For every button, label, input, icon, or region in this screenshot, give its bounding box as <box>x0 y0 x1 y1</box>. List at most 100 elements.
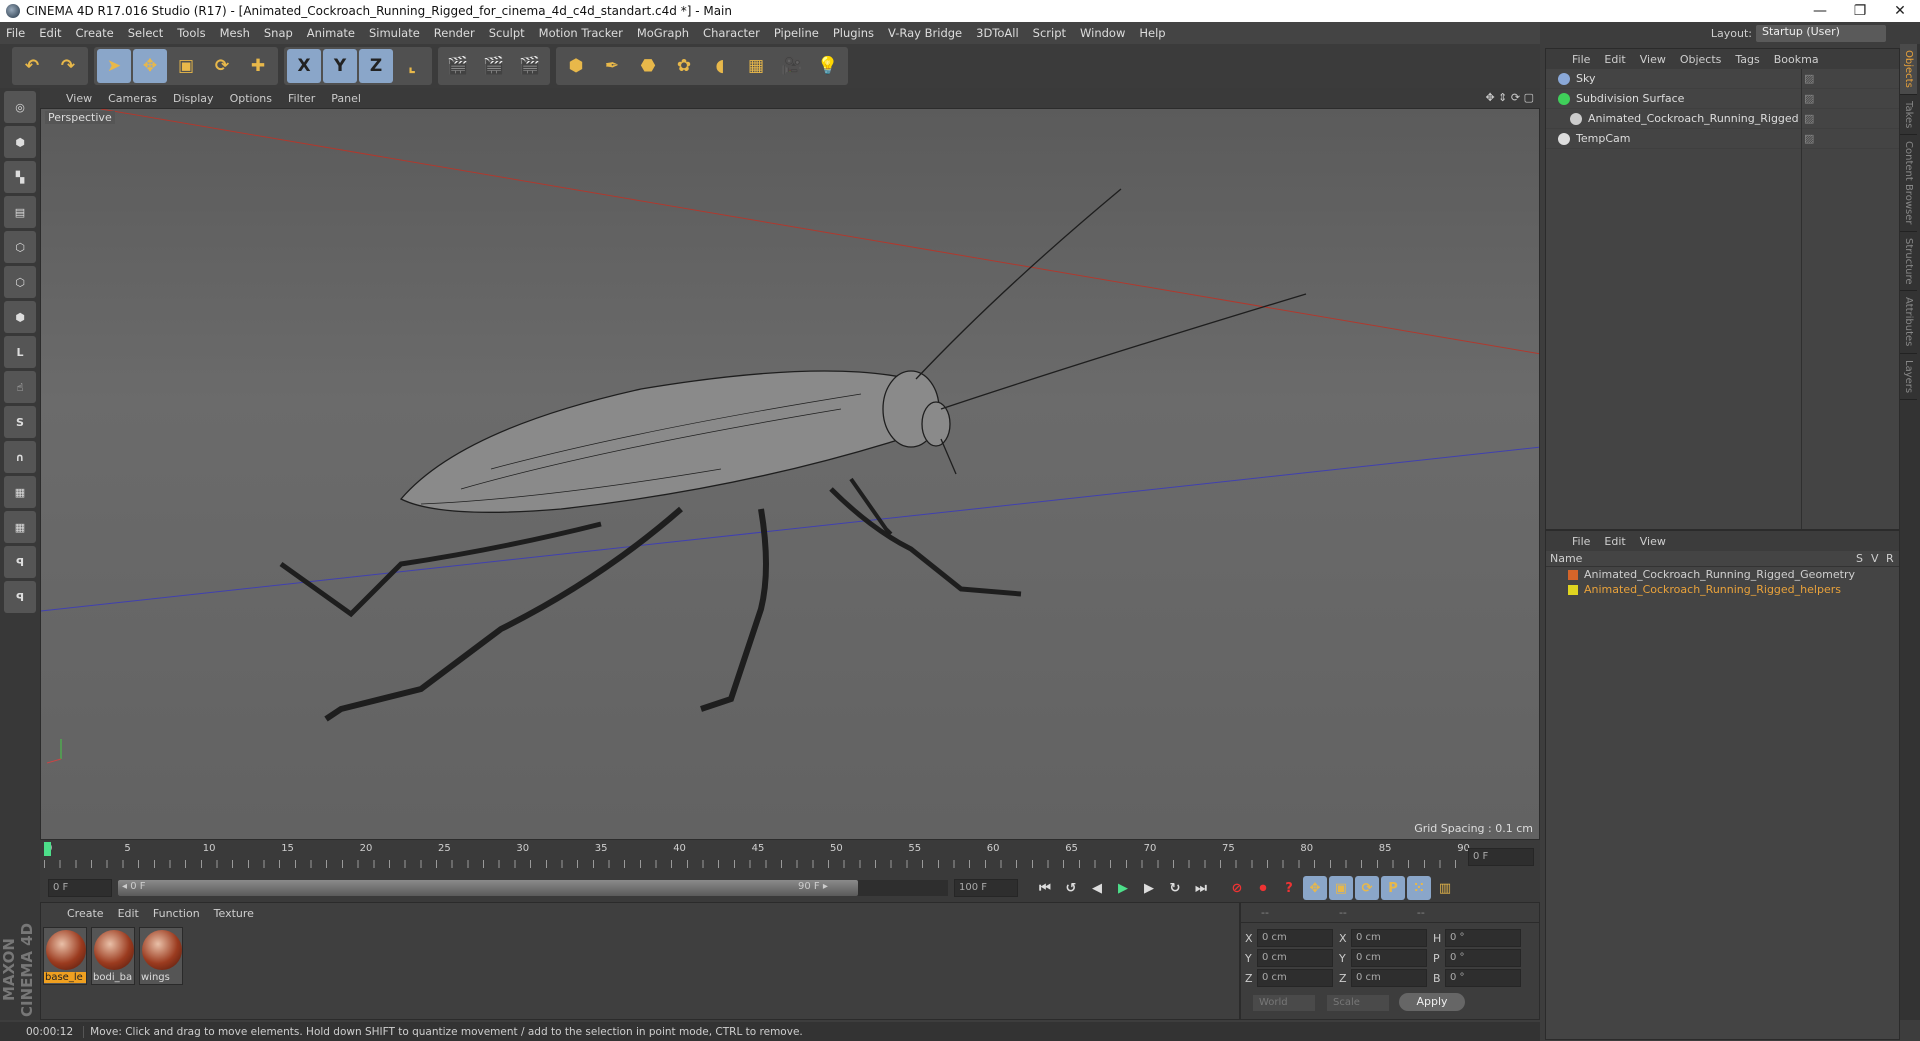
coord-value-field[interactable]: 0 ° <box>1445 929 1521 947</box>
prev-frame-icon[interactable]: ◀ <box>1085 876 1109 900</box>
layer-row[interactable]: Animated_Cockroach_Running_Rigged_helper… <box>1546 582 1899 597</box>
side-tab-attributes[interactable]: Attributes <box>1900 291 1917 354</box>
material-menu-edit[interactable]: Edit <box>118 907 139 920</box>
range-slider-handle[interactable] <box>118 880 858 896</box>
edges-mode-icon[interactable]: ⬡ <box>4 266 36 298</box>
material-menu-create[interactable]: Create <box>67 907 104 920</box>
menu-pipeline[interactable]: Pipeline <box>774 26 819 40</box>
side-tab-layers[interactable]: Layers <box>1900 354 1917 400</box>
next-key-icon[interactable]: ↻ <box>1163 876 1187 900</box>
texture-mode-icon[interactable]: ▚ <box>4 161 36 193</box>
viewport-menu-cameras[interactable]: Cameras <box>108 92 157 105</box>
model-mode-icon[interactable]: ⬢ <box>4 126 36 158</box>
3d-viewport[interactable]: Perspective Grid Spacing : 0.1 cm <box>40 108 1540 840</box>
material-menu-function[interactable]: Function <box>153 907 200 920</box>
coord-value-field[interactable]: 0 cm <box>1257 969 1333 987</box>
z-axis-icon[interactable]: Z <box>359 49 393 83</box>
light-icon[interactable]: 💡 <box>811 49 845 83</box>
coord-value-field[interactable]: 0 cm <box>1257 929 1333 947</box>
viewport-menu-view[interactable]: View <box>66 92 92 105</box>
tag-edit-icon[interactable]: ▨ <box>1804 132 1814 145</box>
transform-icon[interactable]: ✚ <box>241 49 275 83</box>
object-menu-bookma[interactable]: Bookma <box>1774 53 1819 66</box>
object-menu-edit[interactable]: Edit <box>1604 53 1625 66</box>
coord-mode-dropdown[interactable]: World <box>1253 995 1315 1011</box>
apply-button[interactable]: Apply <box>1399 993 1465 1011</box>
viewport-nav-icons[interactable]: ✥ ⇕ ⟳ ▢ <box>1485 91 1534 104</box>
goto-end-icon[interactable]: ⏭ <box>1189 876 1213 900</box>
key-pla-icon[interactable]: ⁙ <box>1407 876 1431 900</box>
menu-animate[interactable]: Animate <box>307 26 355 40</box>
restore-button[interactable]: ❐ <box>1840 0 1880 22</box>
material-swatch[interactable]: base_le <box>43 927 87 985</box>
coord-value-field[interactable]: 0 ° <box>1445 969 1521 987</box>
menu-motion-tracker[interactable]: Motion Tracker <box>539 26 623 40</box>
cloner-icon[interactable]: ✿ <box>667 49 701 83</box>
menu-select[interactable]: Select <box>128 26 163 40</box>
floor-icon[interactable]: ▦ <box>739 49 773 83</box>
cube-icon[interactable]: ⬢ <box>559 49 593 83</box>
camera-label[interactable]: Perspective <box>45 111 115 124</box>
python-icon[interactable]: ꟼ <box>4 546 36 578</box>
solo-icon[interactable]: S <box>4 406 36 438</box>
menu-tools[interactable]: Tools <box>177 26 205 40</box>
tweak-icon[interactable]: ☝ <box>4 371 36 403</box>
y-axis-icon[interactable]: Y <box>323 49 357 83</box>
menu-window[interactable]: Window <box>1080 26 1125 40</box>
end-frame-field[interactable]: 100 F <box>954 879 1018 897</box>
material-swatch[interactable]: wings <box>139 927 183 985</box>
render-view-icon[interactable]: 🎬 <box>441 49 475 83</box>
coord-value-field[interactable]: 0 cm <box>1351 949 1427 967</box>
key-scale-icon[interactable]: ▣ <box>1329 876 1353 900</box>
menu-sculpt[interactable]: Sculpt <box>489 26 525 40</box>
make-editable-icon[interactable]: ◎ <box>4 91 36 123</box>
menu-snap[interactable]: Snap <box>264 26 293 40</box>
object-row[interactable]: TempCam ▨ <box>1546 129 1899 149</box>
snap-settings-icon[interactable]: ▦ <box>4 511 36 543</box>
tag-edit-icon[interactable]: ▨ <box>1804 112 1814 125</box>
menu-mograph[interactable]: MoGraph <box>637 26 689 40</box>
camera-icon[interactable]: 🎥 <box>775 49 809 83</box>
render-picture-viewer-icon[interactable]: 🎬 <box>477 49 511 83</box>
material-menu-texture[interactable]: Texture <box>214 907 254 920</box>
layer-menu-file[interactable]: File <box>1572 535 1590 548</box>
object-menu-view[interactable]: View <box>1640 53 1666 66</box>
autokey-icon[interactable]: ? <box>1277 876 1301 900</box>
record-icon[interactable]: ⏺ <box>1251 876 1275 900</box>
python-2-icon[interactable]: ꟼ <box>4 581 36 613</box>
object-menu-file[interactable]: File <box>1572 53 1590 66</box>
coordinate-system-icon[interactable]: ⌞ <box>395 49 429 83</box>
key-position-icon[interactable]: ✥ <box>1303 876 1327 900</box>
menu-character[interactable]: Character <box>703 26 760 40</box>
pen-spline-icon[interactable]: ✒ <box>595 49 629 83</box>
layer-row[interactable]: Animated_Cockroach_Running_Rigged_Geomet… <box>1546 567 1899 582</box>
viewport-menu-options[interactable]: Options <box>230 92 272 105</box>
play-icon[interactable]: ▶ <box>1111 876 1135 900</box>
workplane-icon[interactable]: ▤ <box>4 196 36 228</box>
deformer-icon[interactable]: ◖ <box>703 49 737 83</box>
menu-3dtoall[interactable]: 3DToAll <box>976 26 1019 40</box>
undo-icon[interactable]: ↶ <box>15 49 49 83</box>
menu-v-ray-bridge[interactable]: V-Ray Bridge <box>888 26 962 40</box>
coord-value-field[interactable]: 0 cm <box>1351 969 1427 987</box>
side-tab-structure[interactable]: Structure <box>1900 232 1917 292</box>
close-button[interactable]: ✕ <box>1880 0 1920 22</box>
menu-create[interactable]: Create <box>76 26 114 40</box>
current-frame-field[interactable]: 0 F <box>1468 848 1534 866</box>
layer-menu-edit[interactable]: Edit <box>1604 535 1625 548</box>
key-rotation-icon[interactable]: ⟳ <box>1355 876 1379 900</box>
x-axis-icon[interactable]: X <box>287 49 321 83</box>
goto-start-icon[interactable]: ⏮ <box>1033 876 1057 900</box>
subdivision-icon[interactable]: ⬣ <box>631 49 665 83</box>
object-row[interactable]: Animated_Cockroach_Running_Rigged ▨ <box>1546 109 1899 129</box>
side-tab-objects[interactable]: Objects <box>1900 44 1917 95</box>
next-frame-icon[interactable]: ▶ <box>1137 876 1161 900</box>
playhead[interactable] <box>44 842 51 856</box>
prev-key-icon[interactable]: ↺ <box>1059 876 1083 900</box>
object-menu-tags[interactable]: Tags <box>1735 53 1759 66</box>
timeline-ruler[interactable]: 0510152025303540455055606570758085900 F <box>40 840 1540 876</box>
side-tab-content-browser[interactable]: Content Browser <box>1900 135 1917 232</box>
layer-menu-view[interactable]: View <box>1640 535 1666 548</box>
scale-icon[interactable]: ▣ <box>169 49 203 83</box>
menu-plugins[interactable]: Plugins <box>833 26 874 40</box>
